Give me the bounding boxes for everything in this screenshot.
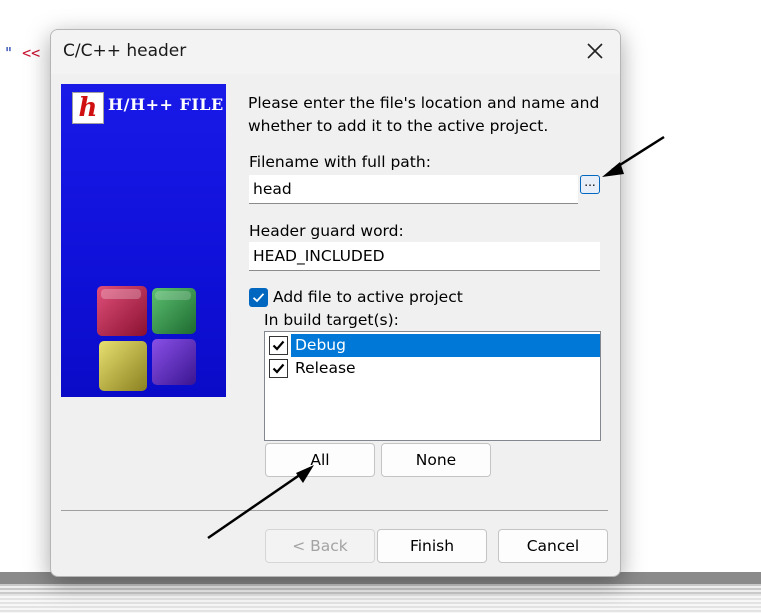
code-operator: << <box>22 44 41 62</box>
logo-h-icon: h <box>72 92 104 124</box>
code-quote: " <box>4 44 14 62</box>
intro-text: Please enter the file's location and nam… <box>248 94 600 135</box>
close-icon <box>587 43 603 59</box>
header-guard-input[interactable] <box>249 242 600 271</box>
header-guard-label: Header guard word: <box>249 222 404 240</box>
build-targets-list[interactable]: Debug Release <box>264 331 601 441</box>
background-panel-stripe-lower <box>0 594 761 613</box>
logo-text: H/H++ FILE <box>108 95 224 114</box>
debug-checkbox[interactable] <box>269 336 288 355</box>
background-code-fragment: " << <box>4 44 40 62</box>
dialog-titlebar: C/C++ header <box>51 30 620 74</box>
select-all-button[interactable]: All <box>265 443 375 477</box>
add-to-project-checkbox[interactable] <box>249 288 268 307</box>
codeblocks-cube-icon <box>97 286 196 391</box>
cancel-button[interactable]: Cancel <box>498 529 608 563</box>
finish-button[interactable]: Finish <box>377 529 487 563</box>
select-none-button[interactable]: None <box>381 443 491 477</box>
list-item-label: Release <box>295 359 356 377</box>
list-item-label: Debug <box>291 334 600 357</box>
checkmark-icon <box>252 293 265 303</box>
release-checkbox[interactable] <box>269 359 288 378</box>
checkmark-icon <box>272 363 285 374</box>
dialog-title: C/C++ header <box>63 41 187 61</box>
wizard-logo-panel: h H/H++ FILE <box>61 84 226 397</box>
back-button[interactable]: < Back <box>265 529 375 563</box>
add-to-project-label: Add file to active project <box>273 288 463 306</box>
cpp-header-dialog: C/C++ header h H/H++ FILE Please enter t… <box>50 29 621 577</box>
close-button[interactable] <box>580 38 610 66</box>
browse-button[interactable]: ... <box>580 175 600 194</box>
list-item-release[interactable]: Release <box>266 357 600 380</box>
build-targets-label: In build target(s): <box>264 311 399 329</box>
filename-label: Filename with full path: <box>249 153 431 171</box>
filename-input[interactable] <box>249 175 578 204</box>
checkmark-icon <box>272 340 285 351</box>
list-item-debug[interactable]: Debug <box>266 334 600 357</box>
background-panel-stripe <box>0 584 761 594</box>
dialog-separator <box>61 510 608 511</box>
